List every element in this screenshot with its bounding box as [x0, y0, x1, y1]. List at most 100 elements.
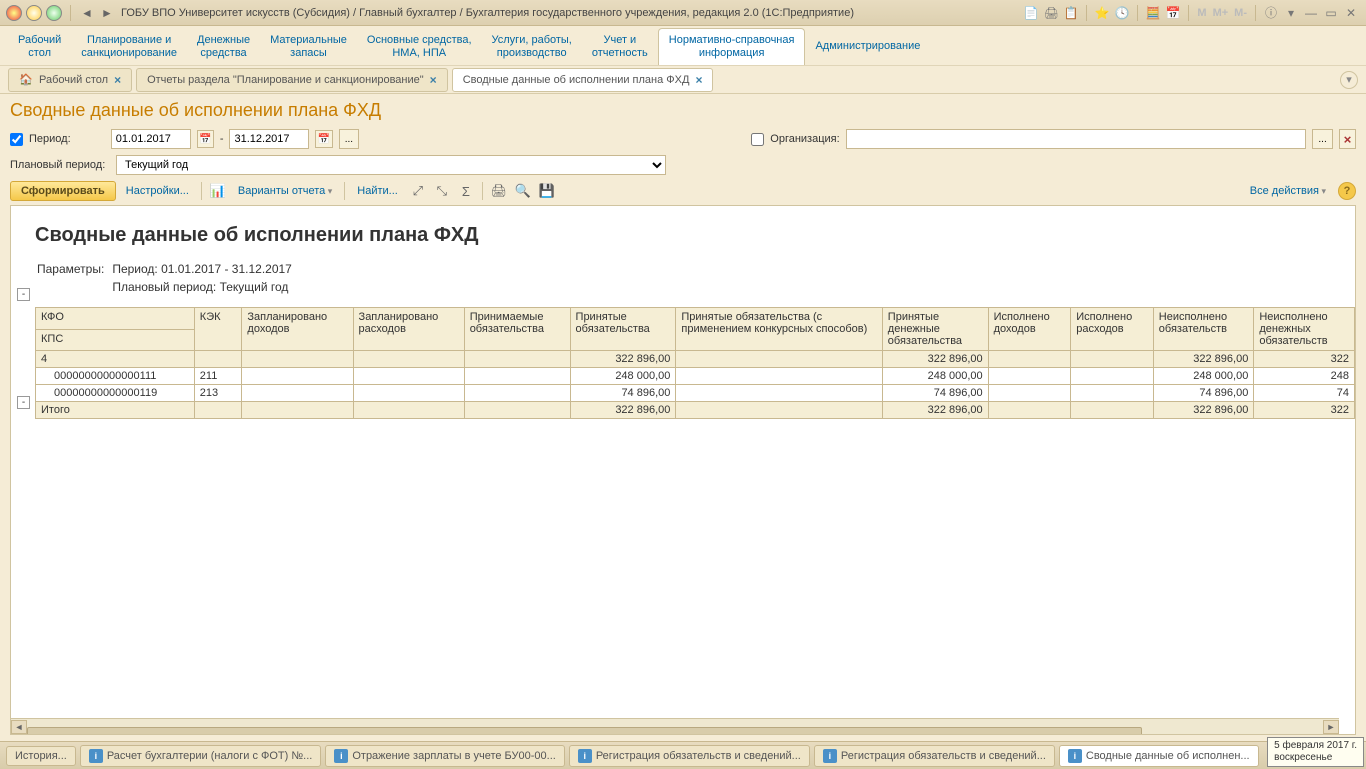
col-kps: КПС	[36, 329, 195, 351]
collapse-icon[interactable]: ⤡	[432, 181, 452, 201]
col-unexec-obl: Неисполнено обязательств	[1153, 308, 1254, 351]
nav-accounting[interactable]: Учет и отчетность	[582, 28, 658, 65]
all-actions-button[interactable]: Все действия	[1244, 182, 1332, 200]
h-scrollbar[interactable]: ◄ ►	[11, 718, 1339, 734]
report-table: КФО КЭК Запланировано доходов Запланиров…	[35, 307, 1355, 419]
org-label: Организация:	[770, 133, 839, 145]
form-button[interactable]: Сформировать	[10, 181, 116, 201]
tab-summary[interactable]: Сводные данные об исполнении плана ФХД ×	[452, 68, 714, 92]
settings-button[interactable]: Настройки...	[120, 182, 195, 200]
info-icon[interactable]: ⓘ	[1262, 4, 1280, 22]
save-icon[interactable]: 📄	[1022, 4, 1040, 22]
task-item[interactable]: iОтражение зарплаты в учете БУ00-00...	[325, 745, 564, 767]
window-close-dot[interactable]	[6, 5, 22, 21]
date-to-input[interactable]	[229, 129, 309, 149]
nav-money[interactable]: Денежные средства	[187, 28, 260, 65]
org-checkbox[interactable]	[751, 133, 764, 146]
col-accept-obl: Принимаемые обязательства	[464, 308, 570, 351]
col-accepted-konk: Принятые обязательства (с применением ко…	[676, 308, 882, 351]
clock: 5 февраля 2017 г. воскресенье	[1267, 737, 1364, 767]
table-row[interactable]: 0000000000000011921374 896,0074 896,0074…	[36, 385, 1355, 402]
nav-fwd-icon[interactable]: ►	[99, 5, 115, 21]
sum-icon[interactable]: Σ	[456, 181, 476, 201]
col-kek: КЭК	[194, 308, 242, 351]
nav-services[interactable]: Услуги, работы, производство	[482, 28, 582, 65]
tree-collapse-icon[interactable]: -	[17, 288, 30, 301]
plan-period-select[interactable]: Текущий год	[116, 155, 666, 175]
find-button[interactable]: Найти...	[351, 182, 404, 200]
window-title: ГОБУ ВПО Университет искусств (Субсидия)…	[121, 7, 1022, 19]
doc-icon: i	[578, 749, 592, 763]
nav-admin[interactable]: Администрирование	[805, 28, 930, 65]
org-input[interactable]	[846, 129, 1307, 149]
page-title: Сводные данные об исполнении плана ФХД	[10, 100, 1356, 121]
minimize-icon[interactable]: —	[1302, 4, 1320, 22]
date-from-picker-icon[interactable]: 📅	[197, 130, 214, 148]
print-icon[interactable]: 🖨	[1042, 4, 1060, 22]
col-exec-expense: Исполнено расходов	[1071, 308, 1154, 351]
nav-materials[interactable]: Материальные запасы	[260, 28, 357, 65]
copy-icon[interactable]: 📋	[1062, 4, 1080, 22]
org-dots-button[interactable]: ...	[1312, 129, 1333, 149]
tab-desktop[interactable]: 🏠 Рабочий стол ×	[8, 68, 132, 92]
calc-icon[interactable]: 🧮	[1144, 4, 1162, 22]
variants-button[interactable]: Варианты отчета	[232, 182, 338, 200]
report-toolbar: Сформировать Настройки... 📊 Варианты отч…	[10, 181, 1356, 201]
close-icon[interactable]: ✕	[1342, 4, 1360, 22]
preview-icon[interactable]: 🔍	[513, 181, 533, 201]
calendar-icon[interactable]: 📅	[1164, 4, 1182, 22]
favorite-icon[interactable]: ⭐	[1093, 4, 1111, 22]
nav-planning[interactable]: Планирование и санкционирование	[71, 28, 187, 65]
tab-close[interactable]: ×	[430, 73, 437, 87]
col-unexec-money: Неисполнено денежных обязательств	[1254, 308, 1355, 351]
maximize-icon[interactable]: ▭	[1322, 4, 1340, 22]
task-item[interactable]: iРегистрация обязательств и сведений...	[569, 745, 810, 767]
tabbar-menu[interactable]: ▾	[1340, 71, 1358, 89]
save-icon[interactable]: 💾	[537, 181, 557, 201]
history-button[interactable]: История...	[6, 746, 76, 766]
task-item-active[interactable]: iСводные данные об исполнен...	[1059, 745, 1259, 767]
titlebar: ◄ ► ГОБУ ВПО Университет искусств (Субси…	[0, 0, 1366, 26]
nav-desktop[interactable]: Рабочий стол	[8, 28, 71, 65]
dropdown-icon[interactable]: ▾	[1282, 4, 1300, 22]
doc-icon: i	[334, 749, 348, 763]
period-dots-button[interactable]: ...	[339, 129, 360, 149]
date-from-input[interactable]	[111, 129, 191, 149]
help-icon[interactable]: ?	[1338, 182, 1356, 200]
nav-assets[interactable]: Основные средства, НМА, НПА	[357, 28, 482, 65]
tab-close[interactable]: ×	[114, 73, 121, 87]
expand-icon[interactable]: ⤢	[408, 181, 428, 201]
period-checkbox[interactable]	[10, 133, 23, 146]
print-icon[interactable]: 🖨	[489, 181, 509, 201]
col-accepted-obl: Принятые обязательства	[570, 308, 676, 351]
date-to-picker-icon[interactable]: 📅	[315, 130, 332, 148]
tree-collapse-icon[interactable]: -	[17, 396, 30, 409]
zoom-m[interactable]: M	[1195, 7, 1208, 19]
col-accepted-money: Принятые денежные обязательства	[882, 308, 988, 351]
window-min-dot[interactable]	[26, 5, 42, 21]
table-row[interactable]: 4322 896,00322 896,00322 896,00322	[36, 351, 1355, 368]
doc-icon: i	[823, 749, 837, 763]
period-label: Период:	[29, 133, 71, 145]
zoom-m-plus[interactable]: M+	[1211, 7, 1231, 19]
nav-reference[interactable]: Нормативно-справочная информация	[658, 28, 806, 65]
history-icon[interactable]: 🕓	[1113, 4, 1131, 22]
scroll-left-icon[interactable]: ◄	[11, 720, 27, 734]
tab-close[interactable]: ×	[695, 73, 702, 87]
task-item[interactable]: iРегистрация обязательств и сведений...	[814, 745, 1055, 767]
report-area[interactable]: - - Сводные данные об исполнении плана Ф…	[10, 205, 1356, 735]
zoom-m-minus[interactable]: M-	[1232, 7, 1249, 19]
table-row[interactable]: Итого322 896,00322 896,00322 896,00322	[36, 402, 1355, 419]
table-row[interactable]: 00000000000000111211248 000,00248 000,00…	[36, 368, 1355, 385]
doc-icon: i	[89, 749, 103, 763]
window-max-dot[interactable]	[46, 5, 62, 21]
task-item[interactable]: iРасчет бухгалтерии (налоги с ФОТ) №...	[80, 745, 322, 767]
col-plan-expense: Запланировано расходов	[353, 308, 464, 351]
scroll-right-icon[interactable]: ►	[1323, 720, 1339, 734]
main-nav: Рабочий стол Планирование и санкциониров…	[0, 26, 1366, 66]
tab-reports[interactable]: Отчеты раздела "Планирование и санкциони…	[136, 68, 448, 92]
tab-bar: 🏠 Рабочий стол × Отчеты раздела "Планиро…	[0, 66, 1366, 94]
org-clear-button[interactable]: ×	[1339, 129, 1356, 149]
nav-back-icon[interactable]: ◄	[79, 5, 95, 21]
content: Сводные данные об исполнении плана ФХД П…	[0, 94, 1366, 741]
